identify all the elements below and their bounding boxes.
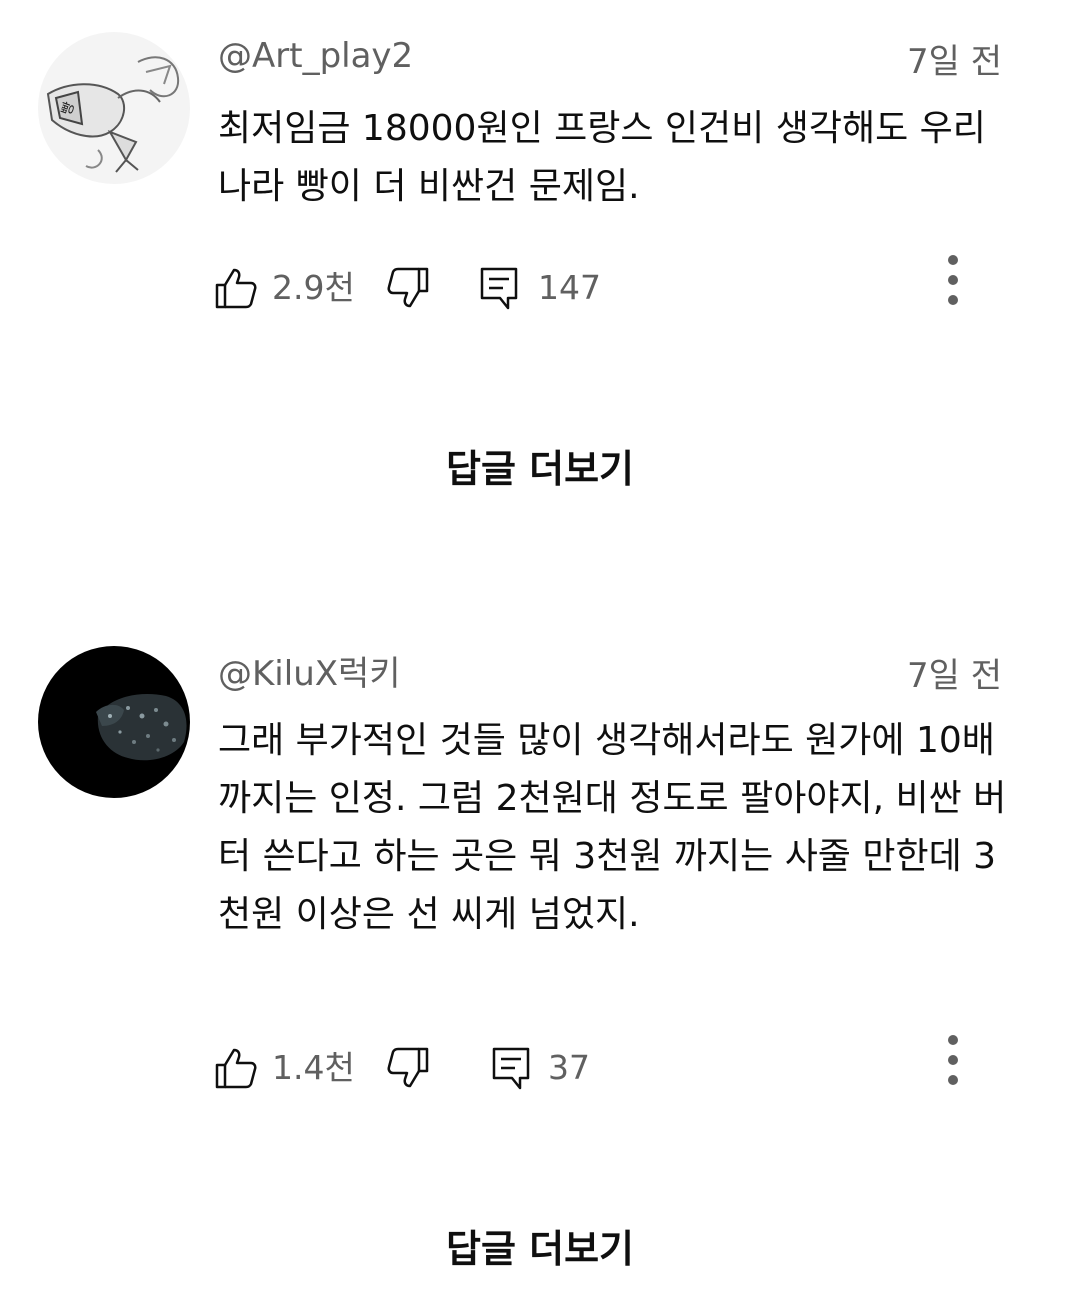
thumbs-up-icon[interactable] (214, 266, 258, 310)
more-replies-button[interactable]: 답글 더보기 (0, 1226, 1080, 1272)
comment-time: 7일 전 (907, 656, 1002, 696)
comment-author[interactable]: @KiluX럭키 (218, 654, 401, 694)
reply-icon[interactable] (478, 266, 522, 310)
comment-author[interactable]: @Art_play2 (218, 36, 413, 76)
comment-time: 7일 전 (907, 42, 1002, 82)
reply-count: 37 (548, 1048, 590, 1087)
avatar[interactable]: 빵 (38, 32, 190, 184)
comment-item: 빵 @Art_play2 7일 전 최저임금 18000원인 프랑스 인건비 생… (0, 0, 1080, 560)
comment-item: @KiluX럭키 7일 전 그래 부가적인 것들 많이 생각해서라도 원가에 1… (0, 620, 1080, 1306)
more-options-icon[interactable] (943, 252, 963, 312)
like-count: 1.4천 (272, 1048, 355, 1087)
more-options-icon[interactable] (943, 1032, 963, 1092)
avatar[interactable] (38, 646, 190, 798)
reply-count: 147 (538, 268, 601, 307)
leopard-dark-avatar-icon (38, 646, 190, 798)
thumbs-up-icon[interactable] (214, 1046, 258, 1090)
comment-text: 그래 부가적인 것들 많이 생각해서라도 원가에 10배 까지는 인정. 그럼 … (218, 720, 1007, 935)
comment-text: 최저임금 18000원인 프랑스 인건비 생각해도 우리나라 빵이 더 비싼건 … (218, 108, 986, 207)
comment-actions: 2.9천 147 (0, 255, 1080, 316)
comment-actions: 1.4천 37 (0, 1035, 1080, 1096)
thumbs-down-icon[interactable] (386, 266, 430, 310)
more-replies-button[interactable]: 답글 더보기 (0, 446, 1080, 492)
reply-icon[interactable] (490, 1046, 534, 1090)
like-count: 2.9천 (272, 268, 355, 307)
sketch-bird-avatar-icon: 빵 (38, 32, 190, 184)
thumbs-down-icon[interactable] (386, 1046, 430, 1090)
